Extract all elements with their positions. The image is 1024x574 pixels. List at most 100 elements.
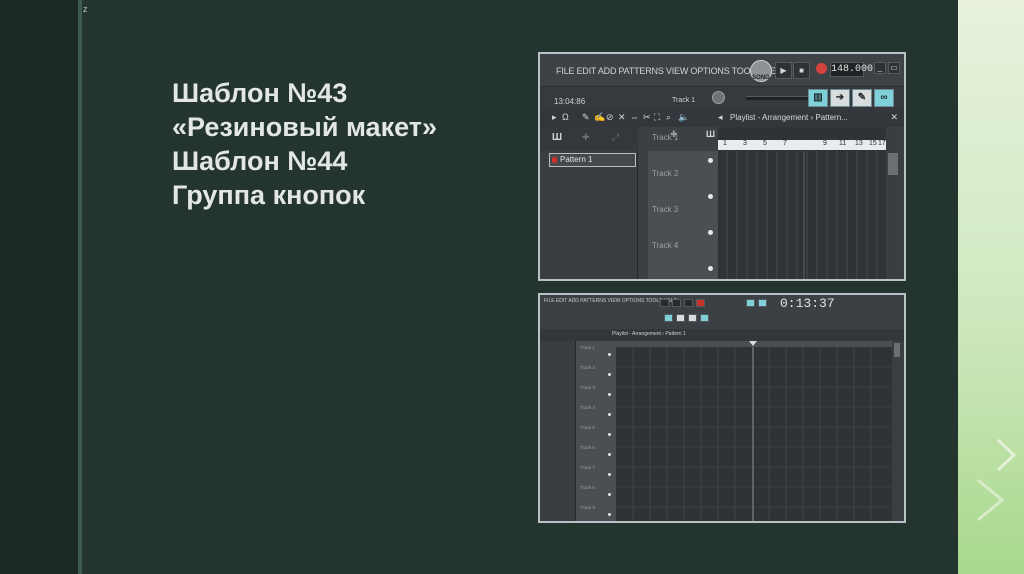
piano-roll-button[interactable]: ▥ — [808, 89, 828, 107]
magnet-icon[interactable]: Ω — [562, 112, 569, 122]
track-mute-dot[interactable] — [608, 373, 611, 376]
track-name[interactable]: Track 1 — [580, 345, 595, 350]
arrow-button[interactable] — [676, 314, 685, 322]
left-strip — [0, 0, 80, 574]
tempo-display[interactable]: 148.000 — [830, 62, 873, 77]
track-mute-dot[interactable] — [708, 230, 713, 235]
slice-icon[interactable]: ✂ — [643, 112, 651, 123]
track-mute-dot[interactable] — [708, 158, 713, 163]
vertical-scrollbar[interactable] — [886, 127, 900, 279]
dropdown-icon[interactable]: ▸ — [552, 112, 557, 123]
track-mute-dot[interactable] — [608, 353, 611, 356]
piano-icon-2[interactable]: Ш — [706, 129, 715, 139]
right-decoration — [958, 0, 1024, 574]
track-mute-dot[interactable] — [608, 393, 611, 396]
slide-mark-icon: z — [83, 4, 88, 14]
ruler-label: 9 — [823, 140, 827, 147]
track-name[interactable]: Track 5 — [580, 425, 595, 430]
record-button[interactable] — [816, 63, 827, 74]
speaker-icon[interactable]: 🔈 — [678, 112, 689, 123]
daw-screenshot-2: FILE EDIT ADD PATTERNS VIEW OPTIONS TOOL… — [538, 293, 906, 523]
curve-icon[interactable]: ⤢ — [612, 132, 619, 143]
song-mode-button[interactable]: SONG — [750, 60, 772, 82]
play-button[interactable] — [672, 299, 681, 307]
master-slider[interactable] — [746, 96, 808, 100]
scrollbar-thumb[interactable] — [894, 343, 900, 357]
ruler-label: 3 — [743, 140, 747, 147]
track-mute-dot[interactable] — [608, 473, 611, 476]
ruler-label: 11 — [839, 140, 847, 147]
snap-button[interactable] — [664, 314, 673, 322]
stop-button[interactable]: ■ — [793, 62, 810, 79]
track-name[interactable]: Track 3 — [580, 385, 595, 390]
maximize-button[interactable]: ▭ — [888, 62, 900, 74]
title-line-1: Шаблон №43 — [172, 78, 348, 108]
play-button[interactable]: ▶ — [775, 62, 792, 79]
track-mute-dot[interactable] — [608, 453, 611, 456]
browser-panel — [540, 341, 576, 521]
top-toolbar: FILE EDIT ADD PATTERNS VIEW OPTIONS TOOL… — [540, 295, 904, 329]
slip-icon[interactable]: ⇔ — [630, 112, 639, 122]
track-name[interactable]: Track 1 — [652, 133, 678, 142]
title-block: Шаблон №43 «Резиновый макет» Шаблон №44 … — [172, 76, 512, 212]
left-divider-line — [78, 0, 82, 574]
track-mute-dot[interactable] — [608, 433, 611, 436]
stop-button[interactable] — [684, 299, 693, 307]
close-icon[interactable]: ✕ — [890, 112, 898, 123]
mute-icon[interactable]: ✕ — [618, 112, 626, 123]
record-button[interactable] — [696, 299, 705, 307]
title-line-4: Группа кнопок — [172, 180, 366, 210]
volume-knob[interactable] — [712, 91, 725, 104]
vertical-scrollbar[interactable] — [892, 341, 902, 521]
link-button[interactable] — [700, 314, 709, 322]
pencil-button[interactable] — [688, 314, 697, 322]
piano-roll-button[interactable] — [746, 299, 755, 307]
pencil-icon[interactable]: ✎ — [582, 112, 590, 123]
track-name[interactable]: Track 3 — [652, 205, 678, 214]
time-display: 0:13:37 — [780, 296, 835, 311]
minimize-button[interactable]: _ — [874, 62, 886, 74]
scrollbar-thumb[interactable] — [888, 153, 898, 175]
pattern-item-label: Pattern 1 — [560, 155, 593, 164]
track-mute-dot[interactable] — [608, 413, 611, 416]
link-button[interactable]: ∞ — [874, 89, 894, 107]
daw-screenshot-1: FILE EDIT ADD PATTERNS VIEW OPTIONS TOOL… — [538, 52, 906, 281]
track-name[interactable]: Track 4 — [580, 405, 595, 410]
track-name[interactable]: Track 7 — [580, 465, 595, 470]
track-name[interactable]: Track 6 — [580, 445, 595, 450]
track-name[interactable]: Track 2 — [652, 169, 678, 178]
track-mute-dot[interactable] — [608, 513, 611, 516]
ruler-label: 13 — [855, 140, 863, 147]
track-name[interactable]: Track 9 — [580, 505, 595, 510]
chevron-decoration-icon — [977, 438, 1017, 522]
track-headers: Track 1 Track 2 Track 3 Track 4 Track 5 … — [576, 341, 616, 521]
select-icon[interactable]: ⛶ — [654, 112, 660, 123]
track-name[interactable]: Track 2 — [580, 365, 595, 370]
speaker-icon-2[interactable]: ◂ — [718, 112, 723, 123]
browser-header: Ш ✚ ⤢ — [540, 127, 638, 151]
pencil-button[interactable]: ✎ — [852, 89, 872, 107]
paint-icon[interactable]: ✍ — [594, 112, 605, 123]
track-mute-dot[interactable] — [708, 266, 713, 271]
playlist-grid[interactable] — [616, 341, 892, 521]
track-mute-dot[interactable] — [708, 194, 713, 199]
track-name[interactable]: Track 8 — [580, 485, 595, 490]
piano-icon[interactable]: Ш — [552, 132, 562, 143]
zoom-icon[interactable]: ⌕ — [666, 112, 671, 123]
toolbar-row: ▸ Ω ✎ ✍ ⊘ ✕ ⇔ ✂ ⛶ ⌕ 🔈 ◂ Playlist - Arran… — [540, 110, 904, 127]
delete-icon[interactable]: ⊘ — [606, 112, 614, 123]
plus-arrows-icon[interactable]: ✚ — [582, 132, 590, 143]
time-ruler[interactable]: 1 3 5 7 9 11 13 15 17 — [718, 140, 886, 150]
main-menu[interactable]: FILE EDIT ADD PATTERNS VIEW OPTIONS TOOL… — [544, 298, 677, 304]
pattern-item[interactable]: Pattern 1 — [549, 153, 636, 167]
arrow-button[interactable]: ➔ — [830, 89, 850, 107]
browser-panel: Ш ✚ ⤢ Pattern 1 — [540, 127, 638, 279]
song-mode-button[interactable] — [660, 299, 669, 307]
ruler-label: 7 — [783, 140, 787, 147]
track-name[interactable]: Track 4 — [652, 241, 678, 250]
mode-button[interactable] — [758, 299, 767, 307]
track-mute-dot[interactable] — [608, 493, 611, 496]
track-headers: ✚ Ш Track 1 Track 2 Track 3 Track 4 — [648, 127, 718, 279]
ruler-label: 17 — [878, 140, 886, 147]
playlist-grid[interactable]: 1 3 5 7 9 11 13 15 17 — [718, 127, 886, 279]
